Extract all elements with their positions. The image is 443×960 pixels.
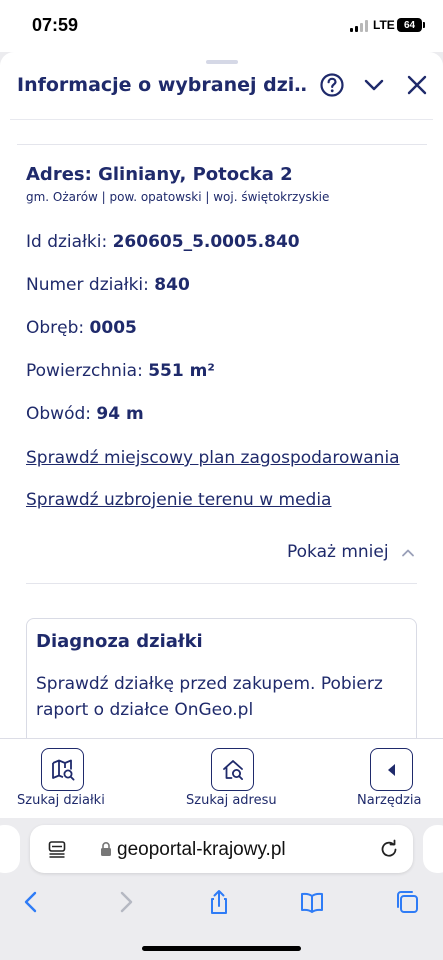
help-icon[interactable] [319,72,345,98]
perimeter-value: 94 m [96,404,144,424]
precinct-value: 0005 [89,318,137,338]
perimeter-row: Obwód: 94 m [26,404,144,424]
parcel-number-row: Numer działki: 840 [26,275,190,295]
precinct-row: Obręb: 0005 [26,318,137,338]
browser-toolbar: geoportal-krajowy.pl [0,818,443,960]
parcel-id-row: Id działki: 260605_5.0005.840 [26,232,300,252]
diagnosis-text: Sprawdź działkę przed zakupem. Pobierz r… [36,674,383,720]
tabs-icon[interactable] [393,888,421,916]
header-divider [10,119,433,120]
area-label: Powierzchnia: [26,361,149,381]
previous-tab-pill[interactable] [0,825,20,873]
home-indicator [142,946,301,951]
utilities-link[interactable]: Sprawdź uzbrojenie terenu w media [26,490,331,510]
parcel-info-sheet: Informacje o wybranej dzi… Adres: Glinia… [0,52,443,740]
chevron-up-icon[interactable] [400,545,416,561]
reload-icon[interactable] [378,838,400,860]
bottom-tabbar: Szukaj działki Szukaj adresu Narzędzia [0,738,443,818]
tab-search-address-label: Szukaj adresu [186,793,277,808]
home-search-button[interactable] [211,748,254,791]
home-search-icon [222,759,243,780]
map-search-icon [51,759,74,780]
zoning-plan-link[interactable]: Sprawdź miejscowy plan zagospodarowania [26,448,400,468]
address-subtitle: gm. Ożarów | pow. opatowski | woj. święt… [26,190,330,204]
chevron-down-icon[interactable] [361,72,387,98]
section-divider [17,144,427,145]
arrow-left-icon [387,763,395,776]
reader-mode-icon[interactable] [48,840,66,858]
bookmarks-icon[interactable] [298,888,326,916]
show-less-button[interactable]: Pokaż mniej [287,542,389,562]
address-title: Adres: Gliniany, Potocka 2 [26,164,293,185]
battery-level: 64 [403,19,416,31]
url-text: geoportal-krajowy.pl [117,839,286,860]
tools-button[interactable] [370,748,413,791]
parcel-id-label: Id działki: [26,232,113,252]
status-bar: 07:59 LTE 64 [0,0,443,52]
parcel-id-value: 260605_5.0005.840 [112,232,300,252]
network-label: LTE [373,18,395,32]
sheet-title: Informacje o wybranej dzi… [17,74,307,96]
signal-icon [350,20,368,32]
sheet-grabber[interactable] [206,60,238,64]
tab-tools-label: Narzędzia [357,793,422,808]
tab-search-parcel-label: Szukaj działki [17,793,105,808]
close-icon[interactable] [404,72,430,98]
battery-icon: 64 [397,18,425,32]
share-icon[interactable] [205,888,233,916]
next-tab-pill[interactable] [423,825,443,873]
back-icon[interactable] [17,888,45,916]
precinct-label: Obręb: [26,318,90,338]
divider [26,583,417,584]
map-search-button[interactable] [41,748,84,791]
parcel-number-value: 840 [154,275,190,295]
diagnosis-card[interactable]: Diagnoza działki Sprawdź działkę przed z… [26,618,417,740]
area-value: 551 m² [148,361,215,381]
perimeter-label: Obwód: [26,404,97,424]
diagnosis-title: Diagnoza działki [36,631,203,652]
parcel-number-label: Numer działki: [26,275,155,295]
lock-icon [101,842,111,856]
forward-icon[interactable] [112,888,140,916]
status-time: 07:59 [32,15,79,35]
area-row: Powierzchnia: 551 m² [26,361,215,381]
